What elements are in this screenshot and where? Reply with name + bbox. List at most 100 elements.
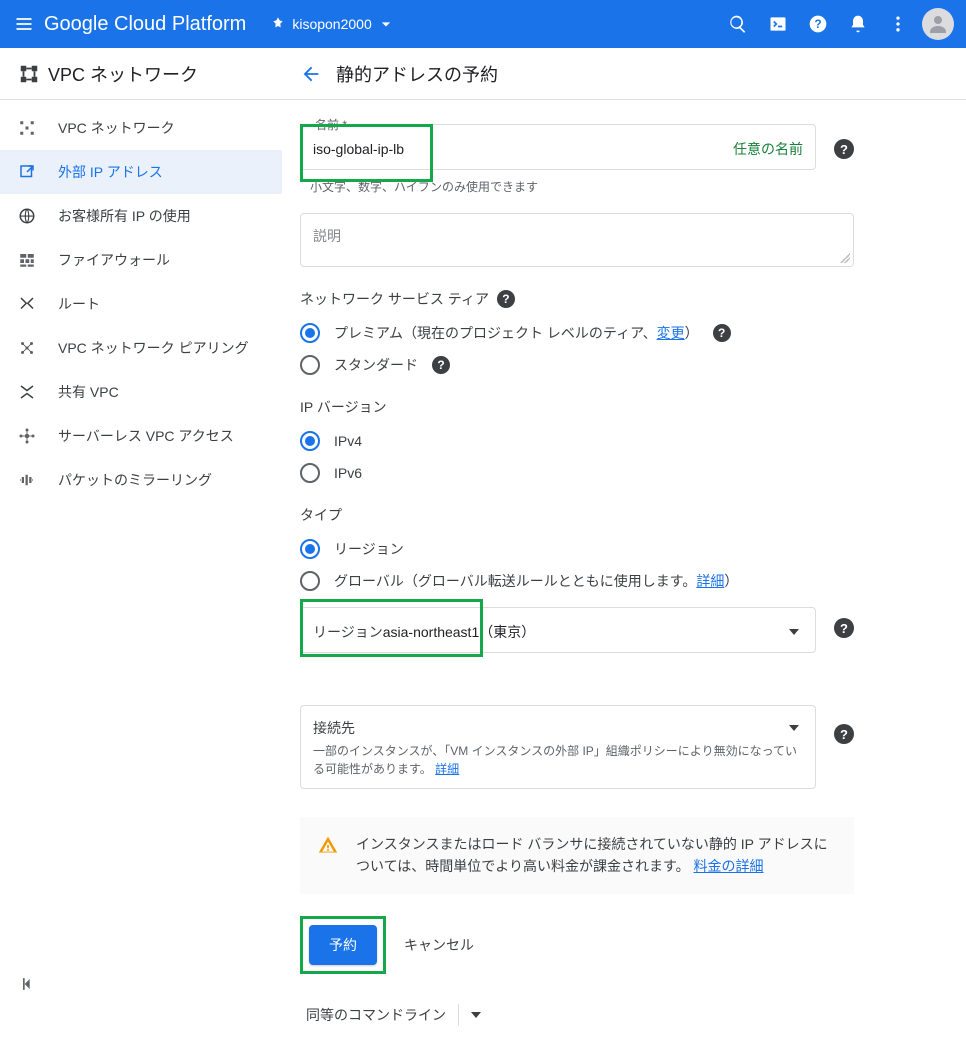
- cancel-button[interactable]: キャンセル: [404, 935, 474, 955]
- sidebar-item-label: ファイアウォール: [58, 250, 170, 270]
- help-icon[interactable]: ?: [713, 324, 731, 342]
- name-hint: 小文字、数字、ハイフンのみ使用できます: [310, 178, 854, 195]
- sidebar-item-label: パケットのミラーリング: [58, 470, 212, 490]
- description-field[interactable]: 説明: [300, 213, 854, 267]
- equivalent-cli[interactable]: 同等のコマンドライン: [300, 1004, 854, 1026]
- ipv6-label: IPv6: [334, 465, 362, 481]
- back-arrow-icon[interactable]: [300, 63, 336, 85]
- section-title: VPC ネットワーク: [48, 61, 198, 87]
- divider: [458, 1004, 459, 1026]
- name-input[interactable]: [313, 141, 723, 157]
- project-name: kisopon2000: [292, 16, 371, 32]
- tier-change-link[interactable]: 変更: [657, 323, 685, 343]
- platform-name: Google Cloud Platform: [44, 13, 246, 36]
- notifications-icon[interactable]: [838, 4, 878, 44]
- sidebar-item-label: お客様所有 IP の使用: [58, 206, 191, 226]
- warning-banner: インスタンスまたはロード バランサに接続されていない静的 IP アドレスについて…: [300, 817, 854, 894]
- ipv6-radio[interactable]: IPv6: [300, 457, 854, 489]
- svg-text:?: ?: [814, 18, 821, 31]
- more-icon[interactable]: [878, 4, 918, 44]
- ipv4-radio[interactable]: IPv4: [300, 425, 854, 457]
- platform-logo[interactable]: Google Cloud Platform: [44, 13, 246, 36]
- type-region-radio[interactable]: リージョン: [300, 533, 854, 565]
- reserve-button[interactable]: 予約: [309, 925, 377, 965]
- top-bar: Google Cloud Platform kisopon2000 ?: [0, 0, 966, 48]
- avatar[interactable]: [922, 8, 954, 40]
- project-selector[interactable]: kisopon2000: [264, 10, 407, 38]
- radio-icon: [300, 463, 320, 483]
- help-icon[interactable]: ?: [834, 139, 854, 159]
- warning-icon: [318, 835, 338, 855]
- region-legend: リージョン: [313, 622, 383, 642]
- sidebar-item-routes[interactable]: ルート: [0, 282, 282, 326]
- name-field[interactable]: 名前 * 任意の名前: [300, 124, 816, 170]
- serverless-icon: [18, 427, 58, 445]
- sidebar-item-firewall[interactable]: ファイアウォール: [0, 238, 282, 282]
- help-icon[interactable]: ?: [798, 4, 838, 44]
- sidebar-item-label: ルート: [58, 294, 100, 314]
- page-title: 静的アドレスの予約: [336, 61, 498, 87]
- collapse-sidebar-icon[interactable]: [0, 962, 282, 1006]
- equivalent-label: 同等のコマンドライン: [306, 1005, 446, 1025]
- sidebar-item-label: VPC ネットワーク ピアリング: [58, 338, 249, 358]
- type-global-radio[interactable]: グローバル（グローバル転送ルールとともに使用します。 詳細 ）: [300, 565, 854, 597]
- type-label: タイプ: [300, 505, 854, 525]
- type-global-link[interactable]: 詳細: [696, 571, 724, 591]
- radio-selected-icon: [300, 539, 320, 559]
- section-header[interactable]: VPC ネットワーク: [0, 48, 282, 100]
- description-placeholder: 説明: [313, 228, 341, 244]
- region-select[interactable]: リージョン asia-northeast1（東京）: [300, 607, 816, 653]
- vpc-icon: [18, 119, 58, 137]
- type-region-label: リージョン: [334, 539, 404, 559]
- sidebar-item-shared-vpc[interactable]: 共有 VPC: [0, 370, 282, 414]
- attach-detail-link[interactable]: 詳細: [435, 762, 459, 776]
- tier-premium-radio[interactable]: プレミアム（現在のプロジェクト レベルのティア、 変更 ） ?: [300, 317, 854, 349]
- attach-select[interactable]: 接続先 一部のインスタンスが、「VM インスタンスの外部 IP」組織ポリシーによ…: [300, 705, 816, 789]
- tier-premium-label: プレミアム（現在のプロジェクト レベルのティア、: [334, 323, 657, 343]
- mirror-icon: [18, 471, 58, 489]
- highlight-box: 予約: [300, 916, 386, 974]
- radio-icon: [300, 571, 320, 591]
- sidebar-item-serverless[interactable]: サーバーレス VPC アクセス: [0, 414, 282, 458]
- tier-label: ネットワーク サービス ティア ?: [300, 289, 854, 309]
- cloud-shell-icon[interactable]: [758, 4, 798, 44]
- help-icon[interactable]: ?: [432, 356, 450, 374]
- peering-icon: [18, 339, 58, 357]
- sidebar-item-external-ip[interactable]: 外部 IP アドレス: [0, 150, 282, 194]
- ipv4-label: IPv4: [334, 433, 362, 449]
- chevron-down-icon[interactable]: [471, 1012, 481, 1018]
- sidebar-item-label: 外部 IP アドレス: [58, 162, 163, 182]
- attach-label: 接続先: [313, 718, 789, 738]
- shared-vpc-icon: [18, 383, 58, 401]
- radio-icon: [300, 355, 320, 375]
- name-legend: 名前 *: [311, 116, 351, 133]
- tier-standard-radio[interactable]: スタンダード ?: [300, 349, 854, 381]
- radio-selected-icon: [300, 323, 320, 343]
- sidebar-item-byoip[interactable]: お客様所有 IP の使用: [0, 194, 282, 238]
- sidebar-item-label: 共有 VPC: [58, 382, 119, 402]
- vpc-section-icon: [18, 63, 48, 85]
- help-icon[interactable]: ?: [834, 724, 854, 744]
- attach-sub: 一部のインスタンスが、「VM インスタンスの外部 IP」組織ポリシーにより無効に…: [313, 742, 803, 778]
- help-icon[interactable]: ?: [497, 290, 515, 308]
- sidebar-item-vpc-network[interactable]: VPC ネットワーク: [0, 106, 282, 150]
- sidebar-item-label: VPC ネットワーク: [58, 118, 175, 138]
- firewall-icon: [18, 251, 58, 269]
- pricing-link[interactable]: 料金の詳細: [694, 858, 764, 874]
- name-side-note: 任意の名前: [733, 139, 803, 159]
- content-header: 静的アドレスの予約: [282, 48, 966, 100]
- ipver-label: IP バージョン: [300, 397, 854, 417]
- search-icon[interactable]: [718, 4, 758, 44]
- chevron-down-icon: [789, 629, 799, 635]
- content: 静的アドレスの予約 名前 * 任意の名前 ? 小文字、数字、ハイフンのみ使用でき…: [282, 48, 966, 1050]
- tier-standard-label: スタンダード: [334, 355, 418, 375]
- external-ip-icon: [18, 163, 58, 181]
- byoip-icon: [18, 207, 58, 225]
- sidebar-item-mirroring[interactable]: パケットのミラーリング: [0, 458, 282, 502]
- nav: VPC ネットワーク 外部 IP アドレス お客様所有 IP の使用 ファイアウ…: [0, 100, 282, 502]
- menu-icon[interactable]: [12, 12, 36, 36]
- region-value: asia-northeast1（東京）: [383, 622, 789, 642]
- sidebar-item-peering[interactable]: VPC ネットワーク ピアリング: [0, 326, 282, 370]
- routes-icon: [18, 295, 58, 313]
- help-icon[interactable]: ?: [834, 618, 854, 638]
